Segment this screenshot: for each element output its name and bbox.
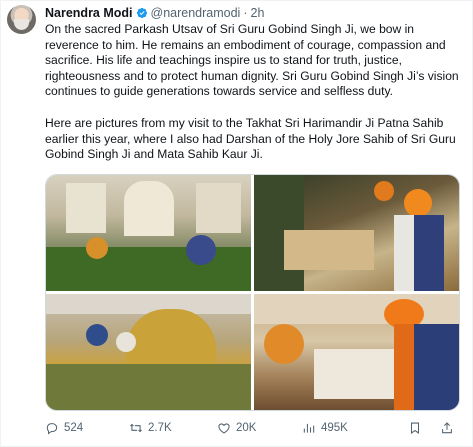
separator-dot: · xyxy=(243,6,248,20)
author-handle[interactable]: @narendramodi xyxy=(151,6,241,20)
like-icon xyxy=(218,423,230,434)
views-button[interactable]: 495K xyxy=(302,420,348,436)
tweet-paragraph-1: On the sacred Parkash Utsav of Sri Guru … xyxy=(45,22,459,99)
tweet-timestamp[interactable]: 2h xyxy=(251,6,265,20)
tweet-paragraph-2: Here are pictures from my visit to the T… xyxy=(45,115,456,162)
action-bar: 524 2.7K 20K 495K xyxy=(45,420,465,436)
photo-holy-relics[interactable] xyxy=(254,175,459,291)
avatar[interactable] xyxy=(7,5,36,34)
tweet-text: On the sacred Parkash Utsav of Sri Guru … xyxy=(45,22,465,163)
verified-badge-icon xyxy=(136,7,147,19)
bookmark-icon xyxy=(410,422,420,434)
like-count: 20K xyxy=(236,422,257,434)
photo-sanctum-altar[interactable] xyxy=(46,294,251,410)
share-icon xyxy=(442,422,452,434)
bookmark-button[interactable] xyxy=(408,420,427,436)
reply-icon xyxy=(46,423,58,435)
photo-darshan-jore-sahib[interactable] xyxy=(254,294,459,410)
share-button[interactable] xyxy=(440,420,459,436)
reply-button[interactable]: 524 xyxy=(45,420,83,436)
tweet-header: Narendra Modi @narendramodi · 2h xyxy=(45,5,264,21)
author-name[interactable]: Narendra Modi xyxy=(45,6,133,20)
reply-count: 524 xyxy=(64,422,84,434)
repost-icon xyxy=(130,423,142,433)
views-icon xyxy=(303,423,315,433)
like-button[interactable]: 20K xyxy=(217,420,256,436)
views-count: 495K xyxy=(321,422,348,434)
repost-button[interactable]: 2.7K xyxy=(129,420,172,436)
media-grid xyxy=(45,174,460,411)
tweet-card[interactable]: Narendra Modi @narendramodi · 2h On the … xyxy=(0,0,473,447)
photo-gurudwara-hall[interactable] xyxy=(46,175,251,291)
repost-count: 2.7K xyxy=(148,422,172,434)
